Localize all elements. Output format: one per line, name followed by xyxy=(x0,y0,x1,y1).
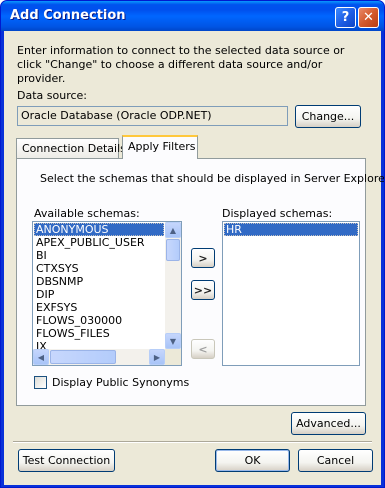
list-item[interactable]: FLOWS_FILES xyxy=(34,327,164,340)
tab-apply-filters[interactable]: Apply Filters xyxy=(122,135,198,159)
move-all-button[interactable]: >> xyxy=(191,280,215,300)
cancel-button[interactable]: Cancel xyxy=(298,449,373,472)
ok-button[interactable]: OK xyxy=(215,449,290,472)
scroll-left-icon[interactable]: ◀ xyxy=(33,349,49,365)
display-public-synonyms-label[interactable]: Display Public Synonyms xyxy=(52,376,189,389)
list-item[interactable]: FLOWS_030000 xyxy=(34,314,164,327)
help-icon-button[interactable]: ? xyxy=(335,7,356,28)
test-connection-button[interactable]: Test Connection xyxy=(18,449,115,472)
add-connection-window: Add Connection ? ✕ Enter information to … xyxy=(0,0,385,488)
apply-filters-panel: Select the schemas that should be displa… xyxy=(16,158,384,406)
list-item[interactable]: DIP xyxy=(34,288,164,301)
horizontal-scroll-thumb[interactable] xyxy=(50,350,116,364)
horizontal-scrollbar[interactable]: ◀ ▶ xyxy=(33,349,165,365)
intro-text: Enter information to connect to the sele… xyxy=(17,44,345,85)
scroll-up-icon[interactable]: ▲ xyxy=(165,222,181,238)
displayed-schemas-label: Displayed schemas: xyxy=(222,207,333,220)
advanced-button[interactable]: Advanced... xyxy=(291,412,366,435)
filter-instruction: Select the schemas that should be displa… xyxy=(40,172,385,185)
scrollbar-corner xyxy=(165,349,181,365)
move-selected-button[interactable]: > xyxy=(191,248,215,268)
dialog-body: Enter information to connect to the sele… xyxy=(4,31,384,485)
move-back-button[interactable]: < xyxy=(191,339,215,359)
display-public-synonyms-checkbox[interactable] xyxy=(34,376,47,389)
vertical-scrollbar[interactable]: ▲ ▼ xyxy=(165,222,181,349)
list-item[interactable]: DBSNMP xyxy=(34,275,164,288)
close-icon-button[interactable]: ✕ xyxy=(358,7,379,28)
list-item[interactable]: APEX_PUBLIC_USER xyxy=(34,236,164,249)
vertical-scroll-thumb[interactable] xyxy=(166,239,180,261)
scroll-right-icon[interactable]: ▶ xyxy=(149,349,165,365)
list-item[interactable]: ANONYMOUS xyxy=(34,223,164,236)
tab-connection-details[interactable]: Connection Details xyxy=(16,138,126,159)
data-source-field: Oracle Database (Oracle ODP.NET) xyxy=(17,106,288,126)
change-button[interactable]: Change... xyxy=(295,105,361,128)
divider xyxy=(13,441,372,443)
list-item[interactable]: BI xyxy=(34,249,164,262)
window-title: Add Connection xyxy=(10,8,126,23)
list-item[interactable]: CTXSYS xyxy=(34,262,164,275)
data-source-label: Data source: xyxy=(17,89,87,102)
displayed-schemas-list[interactable]: HR xyxy=(222,221,360,366)
available-schemas-list[interactable]: ANONYMOUS APEX_PUBLIC_USER BI CTXSYS DBS… xyxy=(32,221,182,366)
available-schemas-label: Available schemas: xyxy=(34,207,140,220)
list-item[interactable]: HR xyxy=(224,223,358,236)
list-item[interactable]: EXFSYS xyxy=(34,301,164,314)
title-bar[interactable]: Add Connection ? ✕ xyxy=(1,1,384,31)
scroll-down-icon[interactable]: ▼ xyxy=(165,333,181,349)
